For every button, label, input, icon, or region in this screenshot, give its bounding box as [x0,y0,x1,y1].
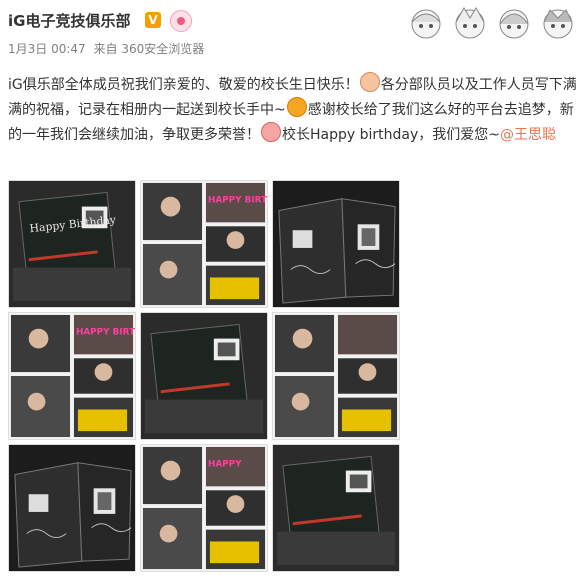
card-text: HAPPY BIRTHDAY [208,196,267,206]
photo-grid: Happy Birthday HAPPY BIRTHDAY HAPPY BIRTHD… [8,180,400,576]
post-text: iG俱乐部全体成员祝我们亲爱的、敬爱的校长生日快乐！ 各分部队员以及工作人员写下满… [8,72,580,147]
post-time[interactable]: 00:47 [51,42,86,56]
photo-album-pages-dark[interactable] [8,444,136,572]
photo-collage-staff-writing[interactable]: HAPPY [140,444,268,572]
card-text: HAPPY BIRTHDAY [76,328,135,338]
photo-collage-players-writing[interactable]: HAPPY BIRTHDAY [8,312,136,440]
post-date[interactable]: 1月3日 [8,42,47,56]
cake-emoji-icon [359,72,380,92]
post-meta: 1月3日 00:47 来自 360安全浏览器 [8,40,204,57]
photo-collage-writing[interactable]: HAPPY BIRTHDAY [140,180,268,308]
post-text-part-4: 校长Happy birthday，我们爱您~ [282,127,500,143]
photo-album-happy-birthday-card[interactable]: Happy Birthday [8,180,136,308]
post-text-part-1: iG俱乐部全体成员祝我们亲爱的、敬爱的校长生日快乐！ [8,77,359,93]
heart-eyes-emoji-icon [286,97,307,117]
mention-link[interactable]: @王思聪 [500,127,556,143]
photo-album-open-pages[interactable] [272,180,400,308]
source-prefix: 来自 [93,42,118,56]
post-header: iG电子竞技俱乐部 V 1月3日 00:47 来自 360安全浏览器 [8,6,580,62]
photo-collage-team[interactable] [272,312,400,440]
header-decoration-icon [411,7,573,39]
medal-icon[interactable] [170,10,192,32]
cheer-emoji-icon [261,122,281,142]
verified-badge-icon: V [145,12,161,28]
post-source[interactable]: 360安全浏览器 [121,42,204,56]
author-name[interactable]: iG电子竞技俱乐部 [8,10,130,31]
card-text: HAPPY [208,460,242,470]
photo-album-handwritten[interactable] [272,444,400,572]
photo-album-drawings[interactable] [140,312,268,440]
